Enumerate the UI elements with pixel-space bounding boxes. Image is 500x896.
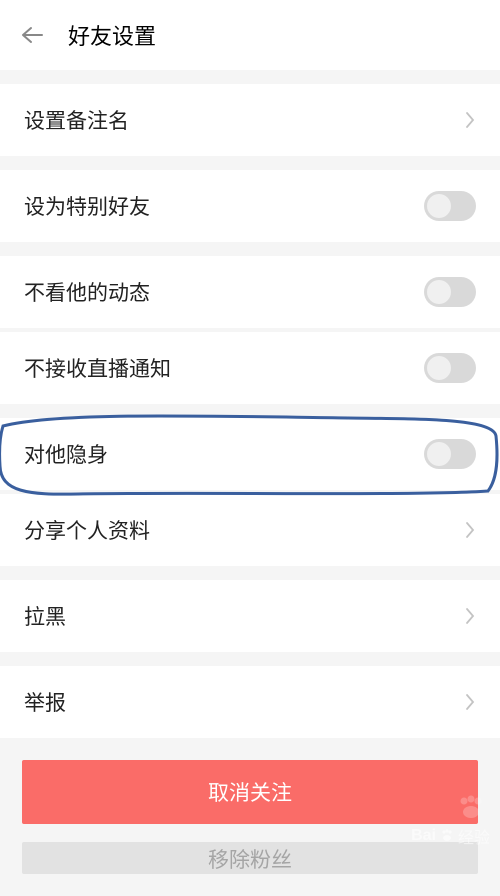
item-block[interactable]: 拉黑 <box>0 580 500 652</box>
item-label: 举报 <box>24 687 66 717</box>
item-label: 分享个人资料 <box>24 515 150 545</box>
toggle-special-friend[interactable] <box>424 191 476 221</box>
toggle-invisible[interactable] <box>424 439 476 469</box>
item-special-friend[interactable]: 设为特别好友 <box>0 170 500 242</box>
item-set-remark[interactable]: 设置备注名 <box>0 84 500 156</box>
remove-fan-button[interactable]: 移除粉丝 <box>22 842 478 874</box>
watermark-brand: Bai <box>411 827 436 845</box>
toggle-hide-feed[interactable] <box>424 277 476 307</box>
divider <box>0 70 500 84</box>
header: 好友设置 <box>0 0 500 70</box>
baidu-paw-icon <box>440 829 454 843</box>
action-section: 取消关注 移除粉丝 <box>0 738 500 896</box>
chevron-right-icon <box>464 692 476 712</box>
item-label: 设置备注名 <box>24 105 129 135</box>
item-report[interactable]: 举报 <box>0 666 500 738</box>
item-hide-feed[interactable]: 不看他的动态 <box>0 256 500 328</box>
divider <box>0 404 500 418</box>
page-title: 好友设置 <box>68 19 156 51</box>
watermark: Bai 经验 <box>411 824 490 848</box>
item-label: 对他隐身 <box>24 439 108 469</box>
paw-icon <box>456 795 486 826</box>
watermark-text: 经验 <box>458 824 490 848</box>
item-share-profile[interactable]: 分享个人资料 <box>0 494 500 566</box>
button-label: 取消关注 <box>208 777 292 807</box>
back-icon[interactable] <box>20 23 44 47</box>
item-no-live[interactable]: 不接收直播通知 <box>0 332 500 404</box>
toggle-no-live[interactable] <box>424 353 476 383</box>
item-invisible[interactable]: 对他隐身 <box>0 418 500 490</box>
item-label: 不看他的动态 <box>24 277 150 307</box>
divider <box>0 566 500 580</box>
divider <box>0 156 500 170</box>
button-label: 移除粉丝 <box>208 844 292 874</box>
chevron-right-icon <box>464 110 476 130</box>
item-label: 不接收直播通知 <box>24 353 171 383</box>
item-label: 拉黑 <box>24 601 66 631</box>
unfollow-button[interactable]: 取消关注 <box>22 760 478 824</box>
item-label: 设为特别好友 <box>24 191 150 221</box>
highlighted-row: 对他隐身 <box>0 418 500 490</box>
divider <box>0 652 500 666</box>
chevron-right-icon <box>464 520 476 540</box>
divider <box>0 242 500 256</box>
chevron-right-icon <box>464 606 476 626</box>
